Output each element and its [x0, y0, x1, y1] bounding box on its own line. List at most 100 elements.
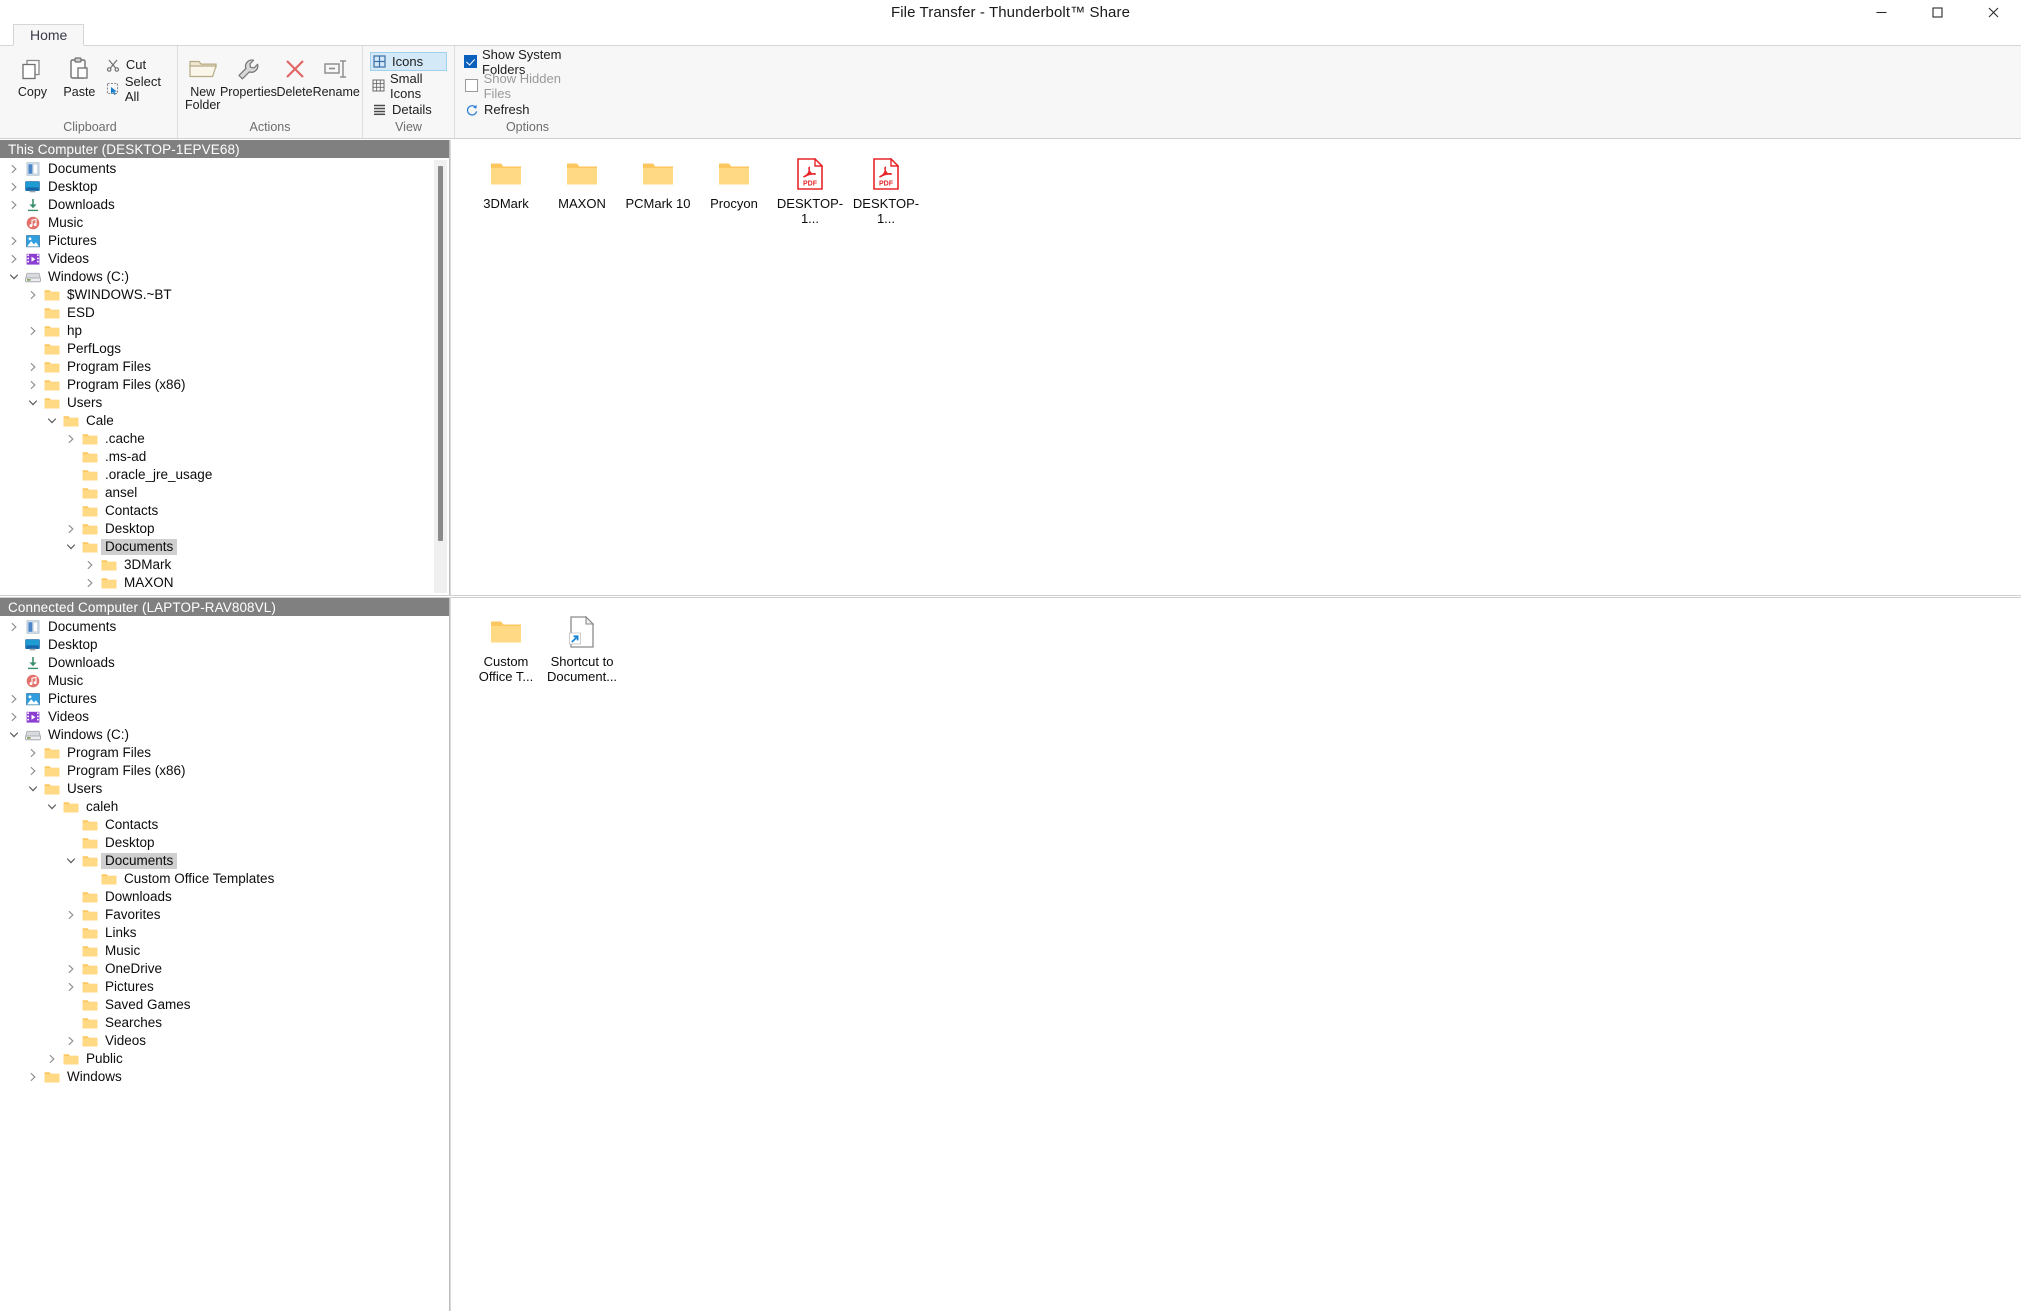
file-item[interactable]: PCMark 10 — [621, 152, 695, 226]
file-item[interactable]: MAXON — [545, 152, 619, 226]
tree-item-users[interactable]: Users — [0, 394, 449, 412]
chevron-down-icon[interactable] — [4, 726, 23, 744]
chevron-down-icon[interactable] — [23, 394, 42, 412]
chevron-right-icon[interactable] — [61, 520, 80, 538]
maximize-button[interactable] — [1909, 0, 1965, 24]
tree-item-downloads[interactable]: Downloads — [0, 196, 449, 214]
chevron-right-icon[interactable] — [4, 690, 23, 708]
delete-button[interactable]: Delete — [276, 50, 313, 99]
file-item[interactable]: Custom Office T... — [469, 610, 543, 684]
paste-button[interactable]: Paste — [57, 50, 102, 99]
tree-item-oracle-jre-usage[interactable]: .oracle_jre_usage — [0, 466, 449, 484]
chevron-right-icon[interactable] — [23, 1068, 42, 1086]
file-item[interactable]: PDF DESKTOP-1... — [773, 152, 847, 226]
show-hidden-files-toggle[interactable]: Show Hidden Files — [462, 71, 593, 101]
chevron-right-icon[interactable] — [4, 196, 23, 214]
local-file-list-pane[interactable]: 3DMark MAXON PCMark 10 Procyon PDF DESKTOP-1.… — [450, 140, 2021, 595]
view-details-button[interactable]: Details — [370, 100, 447, 119]
tree-item-windows[interactable]: Windows — [0, 1068, 449, 1086]
properties-button[interactable]: Properties — [220, 50, 277, 99]
show-system-folders-toggle[interactable]: Show System Folders — [462, 47, 593, 77]
file-item[interactable]: PDF DESKTOP-1... — [849, 152, 923, 226]
tree-item-maxon[interactable]: MAXON — [0, 574, 449, 592]
tree-item-program-files[interactable]: Program Files — [0, 358, 449, 376]
tree-item-contacts[interactable]: Contacts — [0, 502, 449, 520]
select-all-button[interactable]: Select All — [104, 74, 170, 104]
view-icons-button[interactable]: Icons — [370, 52, 447, 71]
chevron-right-icon[interactable] — [80, 556, 99, 574]
tree-item-videos[interactable]: Videos — [0, 708, 449, 726]
chevron-right-icon[interactable] — [61, 1032, 80, 1050]
file-item[interactable]: Procyon — [697, 152, 771, 226]
tree-item-program-files[interactable]: Program Files — [0, 744, 449, 762]
view-small-icons-button[interactable]: Small Icons — [370, 71, 447, 101]
local-tree[interactable]: Documents Desktop Downloads Music Pictures Vi… — [0, 158, 449, 595]
tree-item-videos[interactable]: Videos — [0, 250, 449, 268]
tree-item-documents[interactable]: Documents — [0, 618, 449, 636]
chevron-down-icon[interactable] — [61, 538, 80, 556]
chevron-right-icon[interactable] — [61, 906, 80, 924]
chevron-right-icon[interactable] — [61, 430, 80, 448]
tree-item-windows-bt[interactable]: $WINDOWS.~BT — [0, 286, 449, 304]
tree-item-documents[interactable]: Documents — [0, 538, 449, 556]
tree-item-ansel[interactable]: ansel — [0, 484, 449, 502]
tree-item-music[interactable]: Music — [0, 672, 449, 690]
minimize-button[interactable] — [1853, 0, 1909, 24]
tree-item-ms-ad[interactable]: .ms-ad — [0, 448, 449, 466]
tree-item-contacts[interactable]: Contacts — [0, 816, 449, 834]
tree-item-windows-c[interactable]: Windows (C:) — [0, 726, 449, 744]
tree-item-downloads[interactable]: Downloads — [0, 888, 449, 906]
local-tree-scrollbar[interactable] — [434, 160, 447, 593]
tree-item-windows-c[interactable]: Windows (C:) — [0, 268, 449, 286]
chevron-right-icon[interactable] — [4, 178, 23, 196]
tree-item-desktop[interactable]: Desktop — [0, 178, 449, 196]
chevron-right-icon[interactable] — [23, 322, 42, 340]
remote-file-list-pane[interactable]: Custom Office T... Shortcut to Document..… — [450, 598, 2021, 1311]
chevron-right-icon[interactable] — [42, 1050, 61, 1068]
refresh-button[interactable]: Refresh — [462, 100, 593, 119]
chevron-down-icon[interactable] — [42, 412, 61, 430]
chevron-right-icon[interactable] — [4, 250, 23, 268]
tree-item-onedrive[interactable]: OneDrive — [0, 960, 449, 978]
tab-home[interactable]: Home — [13, 24, 85, 46]
tree-item-documents[interactable]: Documents — [0, 852, 449, 870]
chevron-right-icon[interactable] — [4, 160, 23, 178]
rename-button[interactable]: Rename — [313, 50, 360, 99]
tree-item-music[interactable]: Music — [0, 214, 449, 232]
chevron-right-icon[interactable] — [23, 376, 42, 394]
chevron-right-icon[interactable] — [80, 574, 99, 592]
tree-item-cache[interactable]: .cache — [0, 430, 449, 448]
tree-item-music[interactable]: Music — [0, 942, 449, 960]
chevron-right-icon[interactable] — [23, 286, 42, 304]
tree-item-perflogs[interactable]: PerfLogs — [0, 340, 449, 358]
tree-item-desktop[interactable]: Desktop — [0, 636, 449, 654]
file-item[interactable]: 3DMark — [469, 152, 543, 226]
tree-item-saved-games[interactable]: Saved Games — [0, 996, 449, 1014]
new-folder-button[interactable]: New Folder — [185, 50, 220, 112]
tree-item-users[interactable]: Users — [0, 780, 449, 798]
tree-item-desktop[interactable]: Desktop — [0, 834, 449, 852]
remote-tree[interactable]: Documents Desktop Downloads Music Pictures Vi… — [0, 616, 449, 1311]
tree-item-documents[interactable]: Documents — [0, 160, 449, 178]
chevron-down-icon[interactable] — [4, 268, 23, 286]
chevron-down-icon[interactable] — [23, 780, 42, 798]
tree-item-downloads[interactable]: Downloads — [0, 654, 449, 672]
chevron-right-icon[interactable] — [61, 960, 80, 978]
tree-item-3dmark[interactable]: 3DMark — [0, 556, 449, 574]
close-button[interactable] — [1965, 0, 2021, 24]
chevron-right-icon[interactable] — [23, 744, 42, 762]
tree-item-pictures[interactable]: Pictures — [0, 978, 449, 996]
tree-item-favorites[interactable]: Favorites — [0, 906, 449, 924]
tree-item-videos[interactable]: Videos — [0, 1032, 449, 1050]
tree-item-esd[interactable]: ESD — [0, 304, 449, 322]
tree-item-pictures[interactable]: Pictures — [0, 232, 449, 250]
tree-item-pictures[interactable]: Pictures — [0, 690, 449, 708]
chevron-down-icon[interactable] — [61, 852, 80, 870]
tree-item-program-files-x86[interactable]: Program Files (x86) — [0, 376, 449, 394]
tree-item-hp[interactable]: hp — [0, 322, 449, 340]
chevron-right-icon[interactable] — [4, 232, 23, 250]
chevron-down-icon[interactable] — [42, 798, 61, 816]
chevron-right-icon[interactable] — [4, 708, 23, 726]
tree-item-program-files-x86[interactable]: Program Files (x86) — [0, 762, 449, 780]
chevron-right-icon[interactable] — [23, 358, 42, 376]
